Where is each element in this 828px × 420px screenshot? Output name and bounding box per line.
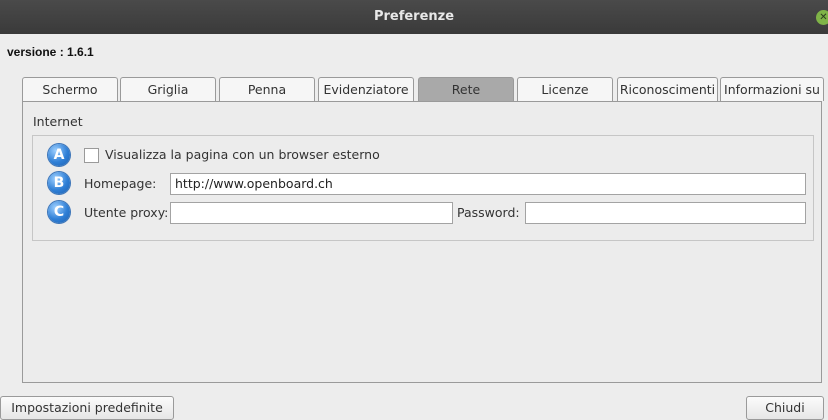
tab-informazioni[interactable]: Informazioni su	[720, 77, 824, 101]
tab-evidenziatore[interactable]: Evidenziatore	[318, 77, 414, 101]
external-browser-checkbox[interactable]	[84, 148, 99, 163]
homepage-field[interactable]: http://www.openboard.ch	[170, 173, 806, 195]
proxy-user-field[interactable]	[170, 202, 453, 224]
password-field[interactable]	[525, 202, 806, 224]
title-bar: Preferenze ✕	[0, 0, 828, 34]
external-browser-label: Visualizza la pagina con un browser este…	[105, 147, 380, 162]
close-button[interactable]: Chiudi	[746, 396, 824, 420]
tab-rete[interactable]: Rete	[418, 77, 514, 101]
badge-a-icon: A	[48, 144, 70, 166]
tab-licenze[interactable]: Licenze	[517, 77, 613, 101]
badge-b-icon: B	[48, 172, 70, 194]
restore-defaults-button[interactable]: Impostazioni predefinite	[0, 396, 174, 420]
group-title-internet: Internet	[33, 114, 83, 129]
rete-panel: Internet A Visualizza la pagina con un b…	[22, 101, 822, 383]
close-icon[interactable]: ✕	[816, 10, 828, 25]
homepage-label: Homepage:	[84, 176, 157, 191]
tab-schermo[interactable]: Schermo	[22, 77, 118, 101]
tab-griglia[interactable]: Griglia	[120, 77, 216, 101]
version-label: versione : 1.6.1	[7, 45, 94, 59]
badge-c-icon: C	[48, 201, 70, 223]
proxy-user-label: Utente proxy:	[84, 205, 169, 220]
tab-riconoscimenti[interactable]: Riconoscimenti	[617, 77, 718, 101]
window-title: Preferenze	[373, 9, 455, 24]
tab-penna[interactable]: Penna	[219, 77, 315, 101]
password-label: Password:	[457, 205, 520, 220]
